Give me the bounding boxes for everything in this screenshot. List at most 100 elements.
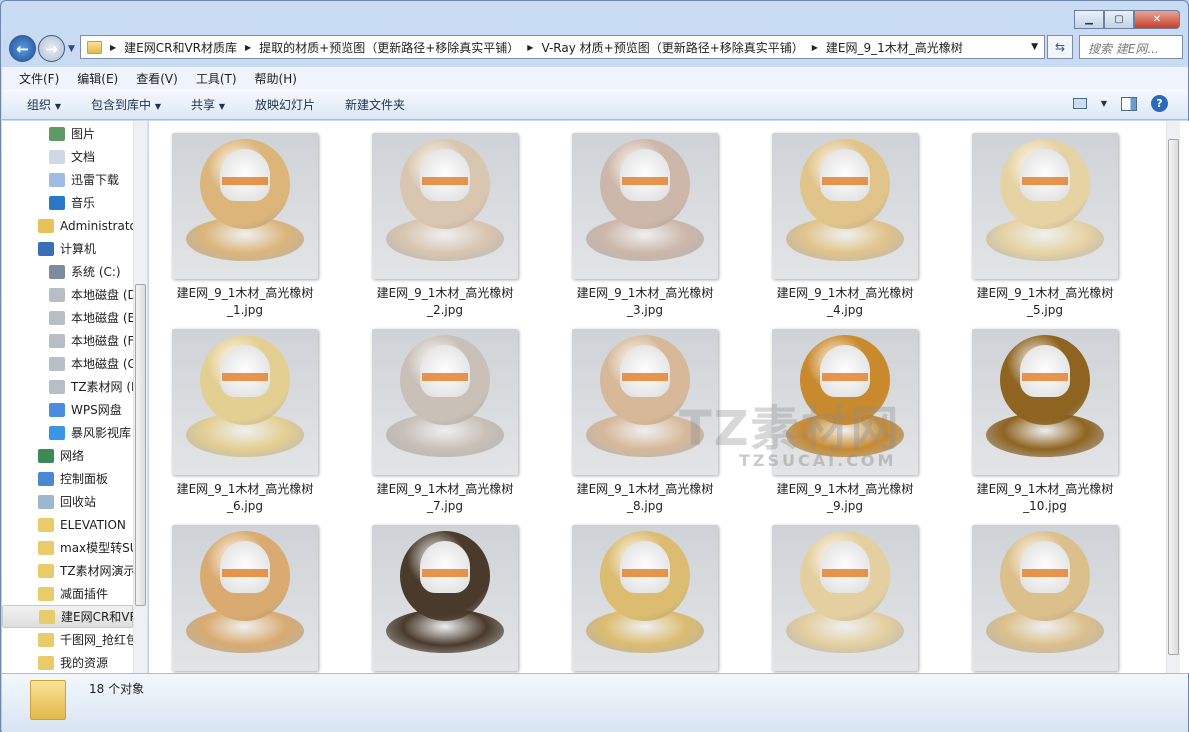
folder-icon bbox=[39, 609, 55, 624]
menu-help[interactable]: 帮助(H) bbox=[255, 70, 297, 87]
file-thumbnail[interactable] bbox=[172, 329, 318, 475]
breadcrumb-separator-icon[interactable]: ▶ bbox=[527, 43, 533, 52]
breadcrumb-segment[interactable]: 提取的材质+预览图（更新路径+移除真实平铺） bbox=[259, 39, 519, 56]
sphere-cutout bbox=[1020, 541, 1070, 593]
nav-item[interactable]: 减面插件 bbox=[2, 582, 133, 605]
nav-item[interactable]: 本地磁盘 (F:) bbox=[2, 329, 142, 352]
file-thumbnail[interactable] bbox=[372, 525, 518, 671]
recent-pages-dropdown-icon[interactable]: ▼ bbox=[68, 44, 75, 54]
menu-tools[interactable]: 工具(T) bbox=[196, 70, 237, 87]
sphere-cutout bbox=[220, 345, 270, 397]
nav-item[interactable]: WPS网盘 bbox=[2, 398, 133, 421]
view-dropdown-icon[interactable]: ▼ bbox=[1101, 99, 1107, 108]
nav-item[interactable]: 迅雷下载 bbox=[2, 168, 133, 191]
file-name[interactable]: 建E网_9_1木材_高光橡树 _3.jpg bbox=[555, 285, 735, 319]
nav-item[interactable]: 我的资源 bbox=[2, 651, 133, 673]
breadcrumb-separator-icon[interactable]: ▶ bbox=[110, 43, 116, 52]
breadcrumb-segment[interactable]: 建E网_9_1木材_高光橡树 bbox=[826, 39, 963, 56]
file-name-suffix: _7.jpg bbox=[426, 499, 464, 513]
nav-item[interactable]: 图片 bbox=[2, 122, 133, 145]
file-name[interactable]: 建E网_9_1木材_高光橡树 _2.jpg bbox=[355, 285, 535, 319]
file-name[interactable]: 建E网_9_1木材_高光橡树 _8.jpg bbox=[555, 481, 735, 515]
nav-item[interactable]: 系统 (C:) bbox=[2, 260, 133, 283]
breadcrumb-separator-icon[interactable]: ▶ bbox=[812, 43, 818, 52]
scroll-thumb[interactable] bbox=[135, 284, 146, 606]
menu-view[interactable]: 查看(V) bbox=[136, 70, 178, 87]
nav-item[interactable]: 音乐 bbox=[2, 191, 133, 214]
sphere-cutout bbox=[620, 541, 670, 593]
explorer-window: ▁ ▢ ✕ ← → ▼ ▶ 建E网CR和VR材质库 ▶ 提取的材质+预览图（更新路径+… bbox=[0, 0, 1189, 732]
file-name[interactable]: 建E网_9_1木材_高光橡树 _5.jpg bbox=[955, 285, 1135, 319]
nav-item-label: 回收站 bbox=[60, 495, 97, 509]
nav-item[interactable]: 控制面板 bbox=[2, 467, 133, 490]
breadcrumb-segment[interactable]: V-Ray 材质+预览图（更新路径+移除真实平铺） bbox=[541, 39, 803, 56]
menu-file[interactable]: 文件(F) bbox=[19, 70, 59, 87]
menu-edit[interactable]: 编辑(E) bbox=[77, 70, 118, 87]
recycle-bin-icon bbox=[38, 494, 54, 509]
music-icon bbox=[49, 195, 65, 210]
file-name[interactable]: 建E网_9_1木材_高光橡树 _1.jpg bbox=[155, 285, 335, 319]
nav-item[interactable]: 回收站 bbox=[2, 490, 133, 513]
nav-item[interactable]: TZ素材网 (H:) bbox=[2, 375, 147, 398]
help-icon[interactable]: ? bbox=[1151, 95, 1168, 112]
file-thumbnail[interactable] bbox=[972, 525, 1118, 671]
menu-bar: 文件(F) 编辑(E) 查看(V) 工具(T) 帮助(H) bbox=[2, 67, 1188, 89]
new-folder-button[interactable]: 新建文件夹 bbox=[345, 96, 405, 113]
folder-icon bbox=[38, 632, 54, 647]
address-bar[interactable]: ▶ 建E网CR和VR材质库 ▶ 提取的材质+预览图（更新路径+移除真实平铺） ▶ V-Ra… bbox=[80, 35, 1045, 59]
nav-item[interactable]: 文档 bbox=[2, 145, 133, 168]
logo-watermark bbox=[422, 177, 468, 185]
file-name[interactable]: 建E网_9_1木材_高光橡树 _10.jpg bbox=[955, 481, 1135, 515]
navigation-scrollbar[interactable] bbox=[133, 121, 147, 673]
file-thumbnail[interactable] bbox=[172, 133, 318, 279]
nav-item-label: 本地磁盘 (F:) bbox=[71, 334, 143, 348]
navigation-buttons: ← → ▼ bbox=[9, 35, 75, 62]
slideshow-button[interactable]: 放映幻灯片 bbox=[255, 96, 315, 113]
folder-icon bbox=[38, 655, 54, 670]
nav-item[interactable]: 千图网_抢红包 bbox=[2, 628, 138, 651]
scroll-thumb[interactable] bbox=[1168, 139, 1179, 655]
nav-item[interactable]: 建E网CR和VR材质库 bbox=[2, 605, 147, 628]
file-thumbnail[interactable] bbox=[972, 329, 1118, 475]
minimize-button[interactable]: ▁ bbox=[1074, 10, 1104, 29]
preview-pane-icon[interactable] bbox=[1121, 96, 1137, 111]
nav-item[interactable]: 暴风影视库 bbox=[2, 421, 133, 444]
include-in-library-button[interactable]: 包含到库中 ▼ bbox=[91, 96, 161, 113]
breadcrumb-segment[interactable]: 建E网CR和VR材质库 bbox=[124, 39, 237, 56]
nav-item[interactable]: 计算机 bbox=[2, 237, 133, 260]
view-options-icon[interactable] bbox=[1072, 98, 1087, 109]
breadcrumb-separator-icon[interactable]: ▶ bbox=[245, 43, 251, 52]
nav-item[interactable]: Administrator bbox=[2, 214, 142, 237]
file-thumbnail[interactable] bbox=[372, 133, 518, 279]
nav-item[interactable]: 网络 bbox=[2, 444, 133, 467]
nav-item[interactable]: 本地磁盘 (G:) bbox=[2, 352, 146, 375]
file-thumbnail[interactable] bbox=[772, 133, 918, 279]
forward-button[interactable]: → bbox=[38, 35, 65, 62]
file-thumbnail[interactable] bbox=[572, 133, 718, 279]
refresh-button[interactable]: ⇆ bbox=[1047, 35, 1073, 59]
file-thumbnail[interactable] bbox=[572, 525, 718, 671]
organize-button[interactable]: 组织 ▼ bbox=[27, 96, 61, 113]
maximize-button[interactable]: ▢ bbox=[1104, 10, 1134, 29]
nav-item[interactable]: 本地磁盘 (D:) bbox=[2, 283, 145, 306]
file-name[interactable]: 建E网_9_1木材_高光橡树 _4.jpg bbox=[755, 285, 935, 319]
file-name[interactable]: 建E网_9_1木材_高光橡树 _6.jpg bbox=[155, 481, 335, 515]
file-thumbnail[interactable] bbox=[172, 525, 318, 671]
file-name[interactable]: 建E网_9_1木材_高光橡树 _9.jpg bbox=[755, 481, 935, 515]
nav-item[interactable]: TZ素材网演示 bbox=[2, 559, 136, 582]
file-thumbnail[interactable] bbox=[772, 525, 918, 671]
nav-item[interactable]: ELEVATION bbox=[2, 513, 133, 536]
nav-item[interactable]: 本地磁盘 (E:) bbox=[2, 306, 144, 329]
back-button[interactable]: ← bbox=[9, 35, 36, 62]
share-button[interactable]: 共享 ▼ bbox=[191, 96, 225, 113]
file-name-line: 建E网_9_1木材_高光橡树 bbox=[976, 286, 1114, 300]
nav-item-label: 暴风影视库 bbox=[71, 426, 132, 440]
file-name[interactable]: 建E网_9_1木材_高光橡树 _7.jpg bbox=[355, 481, 535, 515]
file-thumbnail[interactable] bbox=[972, 133, 1118, 279]
file-view-scrollbar[interactable] bbox=[1166, 121, 1180, 673]
search-input[interactable]: 搜索 建E网... bbox=[1079, 35, 1183, 59]
address-dropdown-icon[interactable]: ▼ bbox=[1031, 42, 1038, 52]
close-button[interactable]: ✕ bbox=[1134, 10, 1180, 29]
file-thumbnail[interactable] bbox=[372, 329, 518, 475]
nav-item[interactable]: max模型转SU bbox=[2, 536, 139, 559]
